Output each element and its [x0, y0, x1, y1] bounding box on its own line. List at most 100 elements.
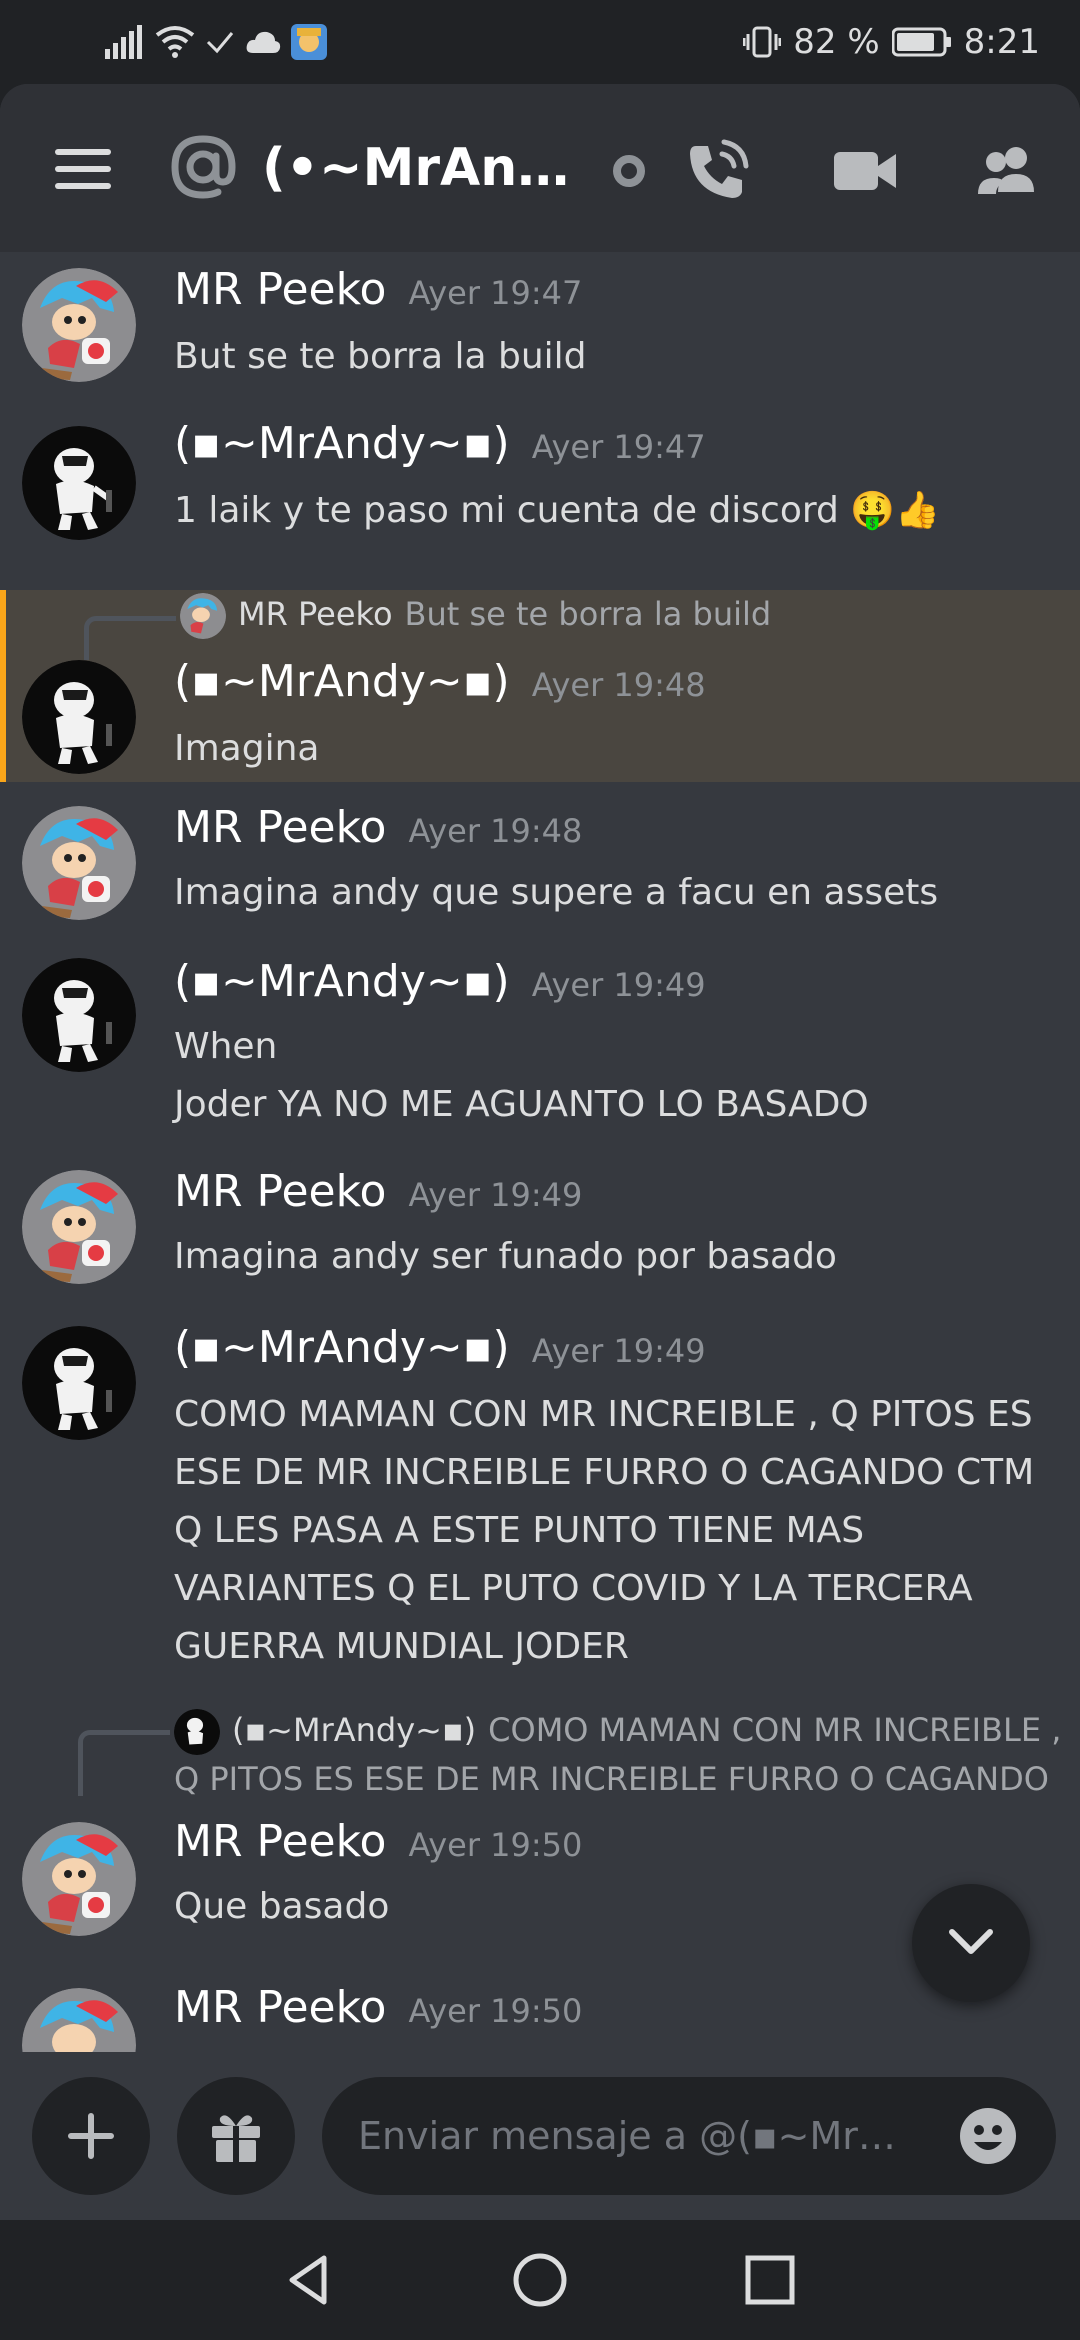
figure-avatar-icon: [22, 958, 136, 1072]
message-line: Imagina: [174, 728, 320, 769]
author-name[interactable]: MR Peeko: [174, 802, 386, 853]
voice-call-icon[interactable]: [682, 136, 752, 206]
message-line: Imagina andy ser funado por basado: [174, 1236, 837, 1277]
message-content: When Joder YA NO ME AGUANTO LO BASADO: [174, 1018, 1054, 1134]
avatar-mrandy[interactable]: [22, 1326, 136, 1440]
timestamp: Ayer 19:50: [408, 1992, 583, 2030]
status-bar: 82 % 8:21: [0, 0, 1080, 84]
wifi-icon: [155, 26, 195, 58]
video-call-icon[interactable]: [830, 136, 900, 206]
figure-avatar-icon: [22, 1326, 136, 1440]
reply-connector: [78, 1730, 170, 1796]
timestamp: Ayer 19:49: [531, 1332, 706, 1370]
channel-title[interactable]: (•~MrAnd...: [262, 132, 582, 204]
gift-icon: [212, 2115, 260, 2162]
clock: 8:21: [963, 22, 1040, 62]
reply-text-continued: Q PITOS ES ESE DE MR INCREIBLE FURRO O C…: [174, 1760, 1049, 1798]
author-name[interactable]: MR Peeko: [174, 1816, 386, 1867]
boyfriend-avatar-icon: [22, 1822, 136, 1936]
boyfriend-avatar-icon: [22, 1170, 136, 1284]
recents-nav-icon[interactable]: [740, 2250, 800, 2310]
message-item-highlighted[interactable]: MR Peeko But se te borra la build (▪~MrAn…: [0, 590, 1080, 782]
emoji-icon[interactable]: [958, 2106, 1018, 2166]
chevron-down-icon: [949, 1929, 993, 1954]
message-line: Imagina andy que supere a facu en assets: [174, 872, 939, 913]
avatar-mr-peeko[interactable]: [22, 1170, 136, 1284]
reply-avatar: [174, 1709, 220, 1755]
figure-avatar-icon: [22, 426, 136, 540]
author-name[interactable]: MR Peeko: [174, 264, 386, 315]
menu-icon[interactable]: [55, 149, 111, 189]
reply-author: MR Peeko: [238, 595, 393, 633]
reply-text: COMO MAMAN CON MR INCREIBLE ,: [488, 1711, 1062, 1749]
message-item[interactable]: (▪~MrAndy~▪) Ayer 19:49 COMO MAMAN CON M…: [0, 1306, 1080, 1706]
message-line: Joder YA NO ME AGUANTO LO BASADO: [174, 1084, 869, 1125]
avatar-mr-peeko[interactable]: [22, 806, 136, 920]
message-content: Imagina: [174, 720, 1054, 778]
check-icon: [206, 32, 234, 54]
author-name[interactable]: MR Peeko: [174, 1166, 386, 1217]
message-list[interactable]: MR Peeko Ayer 19:47 But se te borra la b…: [0, 252, 1080, 2052]
reply-text: But se te borra la build: [404, 595, 772, 633]
timestamp: Ayer 19:49: [531, 966, 706, 1004]
message-item[interactable]: MR Peeko Ayer 19:47 But se te borra la b…: [0, 252, 1080, 404]
boyfriend-avatar-icon: [22, 268, 136, 382]
status-offline-icon: [613, 155, 645, 187]
message-line: GUERRA MUNDIAL JODER: [174, 1626, 629, 1667]
author-name[interactable]: MR Peeko: [174, 1982, 386, 2033]
avatar-mr-peeko[interactable]: [22, 268, 136, 382]
game-app-icon: [291, 24, 327, 60]
author-name[interactable]: (▪~MrAndy~▪): [174, 956, 510, 1007]
reply-avatar: [180, 593, 226, 639]
back-nav-icon[interactable]: [280, 2250, 340, 2310]
message-item[interactable]: MR Peeko Ayer 19:49 Imagina andy ser fun…: [0, 1148, 1080, 1306]
reply-preview[interactable]: MR Peeko But se te borra la build: [180, 590, 771, 639]
message-composer: Enviar mensaje a @(▪~MrAnd...: [0, 2052, 1080, 2220]
message-item[interactable]: MR Peeko Ayer 19:48 Imagina andy que sup…: [0, 782, 1080, 938]
message-item[interactable]: (▪~MrAndy~▪) Ayer 19:47 1 laik y te paso…: [0, 404, 1080, 560]
avatar-mrandy[interactable]: [22, 958, 136, 1072]
home-nav-icon[interactable]: [510, 2250, 570, 2310]
avatar-mr-peeko[interactable]: [22, 1822, 136, 1936]
message-line: 1 laik y te paso mi cuenta de discord 🤑👍: [174, 490, 940, 531]
at-sign-icon: [171, 135, 236, 199]
message-input[interactable]: Enviar mensaje a @(▪~MrAnd...: [322, 2077, 1056, 2195]
figure-avatar-icon: [174, 1709, 220, 1755]
author-name[interactable]: (▪~MrAndy~▪): [174, 1322, 510, 1373]
channel-header: (•~MrAnd...: [0, 84, 1080, 252]
battery-icon: [891, 27, 951, 57]
attach-button[interactable]: [32, 2077, 150, 2195]
boyfriend-avatar-icon: [22, 1988, 136, 2052]
timestamp: Ayer 19:47: [408, 274, 583, 312]
author-name[interactable]: (▪~MrAndy~▪): [174, 656, 510, 707]
reply-author: (▪~MrAndy~▪): [232, 1711, 477, 1749]
vibrate-icon: [743, 26, 782, 58]
message-line: Q LES PASA A ESTE PUNTO TIENE MAS: [174, 1510, 865, 1551]
message-content: Imagina andy ser funado por basado: [174, 1228, 1054, 1286]
avatar-mr-peeko[interactable]: [22, 1988, 136, 2052]
gift-button[interactable]: [177, 2077, 295, 2195]
message-line: VARIANTES Q EL PUTO COVID Y LA TERCERA: [174, 1568, 973, 1609]
message-item[interactable]: (▪~MrAndy~▪) Ayer 19:49 When Joder YA NO…: [0, 938, 1080, 1148]
members-icon[interactable]: [972, 136, 1042, 206]
signal-icon: [105, 25, 142, 59]
plus-icon: [68, 2113, 114, 2159]
dm-chat-screen: (•~MrAnd... MR Peeko Ayer 19:47 But se t…: [0, 84, 1080, 2220]
timestamp: Ayer 19:47: [531, 428, 706, 466]
message-item[interactable]: MR Peeko Ayer 19:50: [0, 1962, 1080, 2052]
figure-avatar-icon: [22, 660, 136, 774]
avatar-mrandy[interactable]: [22, 426, 136, 540]
scroll-to-bottom-button[interactable]: [912, 1884, 1030, 2002]
boyfriend-avatar-icon: [22, 806, 136, 920]
message-line: When: [174, 1026, 278, 1067]
author-name[interactable]: (▪~MrAndy~▪): [174, 418, 510, 469]
avatar-mrandy[interactable]: [22, 660, 136, 774]
system-navigation-bar: [0, 2220, 1080, 2340]
cloud-icon: [246, 31, 281, 53]
reply-preview[interactable]: (▪~MrAndy~▪) COMO MAMAN CON MR INCREIBLE …: [174, 1706, 1061, 1803]
message-content: But se te borra la build: [174, 328, 1054, 386]
message-content: COMO MAMAN CON MR INCREIBLE , Q PITOS ES…: [174, 1386, 1054, 1676]
timestamp: Ayer 19:49: [408, 1176, 583, 1214]
message-input-placeholder[interactable]: Enviar mensaje a @(▪~MrAnd...: [358, 2077, 918, 2195]
message-line: COMO MAMAN CON MR INCREIBLE , Q PITOS ES: [174, 1394, 1033, 1435]
